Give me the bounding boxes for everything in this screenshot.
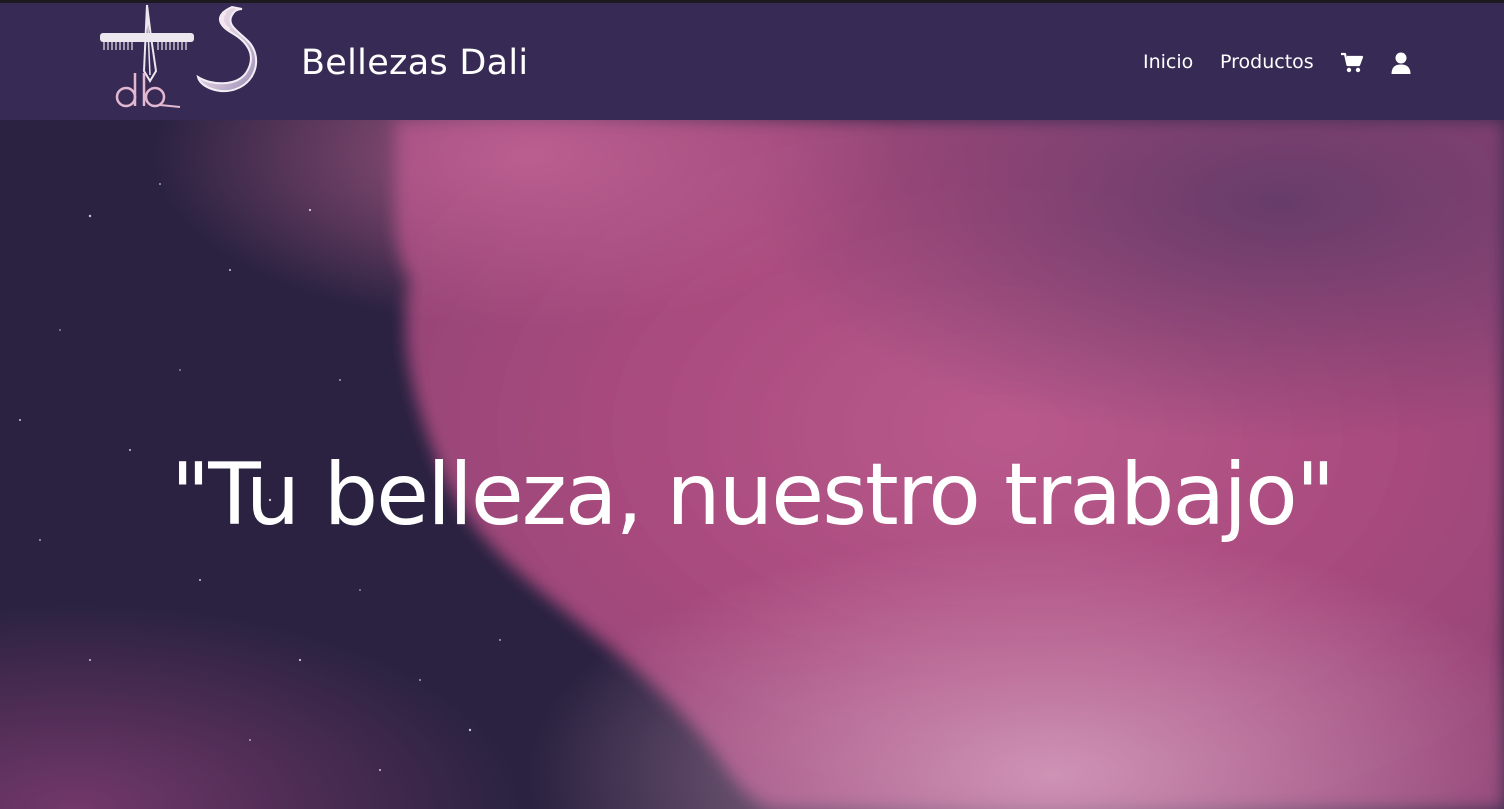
nav-link-productos[interactable]: Productos	[1220, 48, 1314, 76]
dali-salon-logo-icon	[100, 4, 257, 108]
user-icon	[1391, 52, 1411, 74]
site-header: Bellezas Dali Inicio Productos	[0, 3, 1504, 120]
nav-link-inicio[interactable]: Inicio	[1143, 48, 1193, 76]
cart-button[interactable]	[1339, 48, 1365, 78]
hero-section: "Tu belleza, nuestro trabajo"	[0, 120, 1504, 809]
shopping-cart-icon	[1341, 52, 1364, 73]
user-button[interactable]	[1388, 48, 1414, 78]
brand-logo[interactable]	[96, 3, 262, 115]
hero-slogan: "Tu belleza, nuestro trabajo"	[170, 445, 1336, 545]
brand-name[interactable]: Bellezas Dali	[301, 41, 528, 85]
